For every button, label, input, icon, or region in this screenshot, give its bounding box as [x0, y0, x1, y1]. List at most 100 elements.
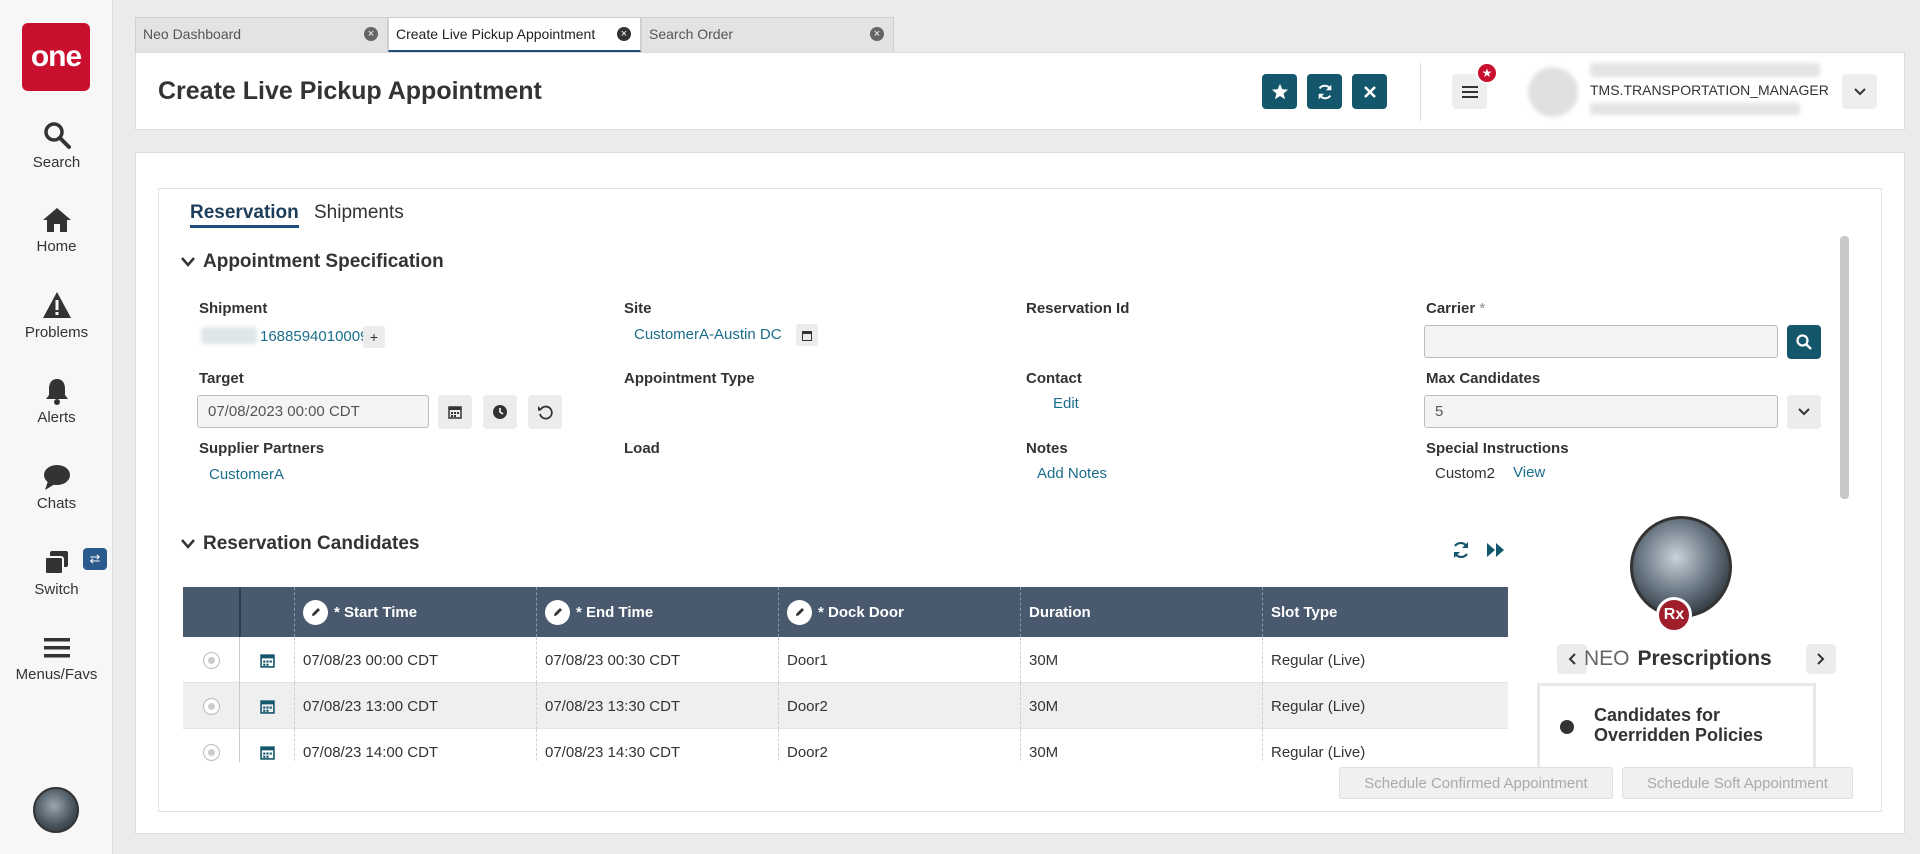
neo-assistant-avatar[interactable]	[33, 787, 79, 833]
site-link[interactable]: CustomerA-Austin DC	[634, 326, 782, 343]
nav-chats[interactable]: Chats	[0, 463, 113, 512]
row-calendar-cell	[239, 637, 294, 683]
nav-home-label: Home	[36, 238, 77, 255]
nav-menus-favs[interactable]: Menus/Favs	[0, 634, 113, 683]
nav-home[interactable]: Home	[0, 206, 113, 255]
max-candidates-select[interactable]: 5	[1424, 395, 1778, 428]
add-shipment-button[interactable]: +	[363, 326, 385, 348]
duration-cell: 30M	[1020, 729, 1262, 762]
max-candidates-dropdown-button[interactable]	[1787, 395, 1821, 429]
favorite-button[interactable]	[1262, 74, 1297, 109]
end-time-cell[interactable]: 07/08/23 14:30 CDT	[536, 729, 778, 762]
column-header-slot-type[interactable]: Slot Type	[1262, 587, 1508, 637]
prescription-card[interactable]: Candidates for Overridden Policies	[1537, 683, 1816, 773]
close-icon[interactable]: ×	[364, 27, 378, 41]
nav-search[interactable]: Search	[0, 120, 113, 171]
tab-label: Create Live Pickup Appointment	[396, 26, 596, 42]
nav-problems[interactable]: Problems	[0, 290, 113, 341]
special-instructions-label: Special Instructions	[1426, 440, 1569, 457]
start-time-cell[interactable]: 07/08/23 14:00 CDT	[294, 729, 536, 762]
calendar-icon	[448, 406, 462, 419]
table-row[interactable]: 07/08/23 00:00 CDT 07/08/23 00:30 CDT Do…	[183, 637, 1508, 683]
nav-alerts[interactable]: Alerts	[0, 377, 113, 426]
user-menu-button[interactable]	[1842, 74, 1877, 109]
dock-door-cell[interactable]: Door2	[778, 729, 1020, 762]
dock-door-cell[interactable]: Door1	[778, 637, 1020, 683]
site-calendar-button[interactable]	[796, 324, 818, 346]
neo-next-button[interactable]	[1806, 644, 1836, 674]
shipment-link[interactable]: 1688594010009	[260, 328, 368, 345]
start-time-cell[interactable]: 07/08/23 00:00 CDT	[294, 637, 536, 683]
row-calendar-cell	[239, 729, 294, 762]
target-reset-button[interactable]	[528, 395, 562, 429]
column-label: Slot Type	[1271, 603, 1338, 621]
page-header: Create Live Pickup Appointment ★ TMS.TRA…	[135, 52, 1905, 130]
reservation-candidates-header[interactable]: Reservation Candidates	[181, 533, 419, 555]
schedule-confirmed-appointment-button[interactable]: Schedule Confirmed Appointment	[1339, 767, 1613, 799]
supplier-partner-link[interactable]: CustomerA	[209, 466, 284, 483]
target-datetime-input[interactable]: 07/08/2023 00:00 CDT	[197, 395, 429, 428]
tab-search-order[interactable]: Search Order ×	[641, 17, 894, 52]
close-icon[interactable]: ×	[870, 27, 884, 41]
add-notes-link[interactable]: Add Notes	[1037, 465, 1107, 482]
slot-type-cell: Regular (Live)	[1262, 683, 1508, 729]
column-label: * End Time	[576, 603, 654, 621]
close-icon	[1363, 85, 1376, 98]
section-title-text: Reservation Candidates	[203, 533, 420, 554]
calendar-icon[interactable]	[259, 745, 275, 760]
carrier-input[interactable]	[1424, 325, 1778, 358]
contact-edit-link[interactable]: Edit	[1053, 395, 1079, 412]
user-org-redacted	[1590, 103, 1800, 115]
nav-alerts-label: Alerts	[37, 409, 76, 426]
dock-door-cell[interactable]: Door2	[778, 683, 1020, 729]
chevron-down-icon	[1853, 87, 1866, 95]
row-radio[interactable]	[202, 743, 220, 761]
scrollbar[interactable]	[1840, 236, 1849, 499]
user-role: TMS.TRANSPORTATION_MANAGER	[1590, 82, 1829, 98]
header-divider	[1420, 63, 1421, 121]
table-row[interactable]: 07/08/23 14:00 CDT 07/08/23 14:30 CDT Do…	[183, 729, 1508, 762]
row-radio[interactable]	[202, 651, 220, 669]
special-instructions-view-link[interactable]: View	[1513, 464, 1545, 481]
tab-create-live-pickup-appointment[interactable]: Create Live Pickup Appointment ×	[388, 17, 641, 52]
column-header-end-time[interactable]: * End Time	[536, 587, 778, 637]
search-icon	[43, 122, 71, 149]
tab-reservation[interactable]: Reservation	[190, 202, 299, 228]
candidates-table: * Start Time * End Time * Dock Door Dura…	[183, 587, 1508, 762]
table-row[interactable]: 07/08/23 13:00 CDT 07/08/23 13:30 CDT Do…	[183, 683, 1508, 729]
target-time-button[interactable]	[483, 395, 517, 429]
edit-icon	[303, 599, 328, 625]
rx-badge-icon: Rx	[1656, 597, 1692, 633]
carrier-search-button[interactable]	[1787, 325, 1821, 359]
candidates-fast-forward-button[interactable]	[1486, 542, 1506, 562]
nav-chats-label: Chats	[36, 495, 77, 512]
close-page-button[interactable]	[1352, 74, 1387, 109]
tab-neo-dashboard[interactable]: Neo Dashboard ×	[135, 17, 388, 52]
column-header-start-time[interactable]: * Start Time	[294, 587, 536, 637]
appointment-specification-header[interactable]: Appointment Specification	[181, 251, 444, 273]
nav-switch-label: Switch	[34, 581, 79, 598]
calendar-icon[interactable]	[259, 653, 275, 668]
app-logo[interactable]: one	[22, 23, 90, 91]
column-header-dock-door[interactable]: * Dock Door	[778, 587, 1020, 637]
switch-badge-icon[interactable]: ⇄	[83, 548, 107, 570]
column-header-duration[interactable]: Duration	[1020, 587, 1262, 637]
end-time-cell[interactable]: 07/08/23 13:30 CDT	[536, 683, 778, 729]
close-icon[interactable]: ×	[617, 27, 631, 41]
star-badge-icon: ★	[1476, 62, 1498, 84]
calendar-icon[interactable]	[259, 699, 275, 714]
shipment-prefix-redacted	[201, 327, 257, 344]
user-avatar[interactable]	[1528, 67, 1578, 117]
start-time-cell[interactable]: 07/08/23 13:00 CDT	[294, 683, 536, 729]
schedule-soft-appointment-button[interactable]: Schedule Soft Appointment	[1622, 767, 1853, 799]
target-calendar-button[interactable]	[438, 395, 472, 429]
refresh-button[interactable]	[1307, 74, 1342, 109]
end-time-cell[interactable]: 07/08/23 00:30 CDT	[536, 637, 778, 683]
candidates-refresh-button[interactable]	[1451, 540, 1471, 564]
slot-type-cell: Regular (Live)	[1262, 729, 1508, 762]
neo-prev-button[interactable]	[1557, 644, 1587, 674]
edit-icon	[787, 599, 812, 625]
row-select-cell	[183, 637, 239, 683]
tab-shipments[interactable]: Shipments	[314, 202, 404, 224]
row-radio[interactable]	[202, 697, 220, 715]
